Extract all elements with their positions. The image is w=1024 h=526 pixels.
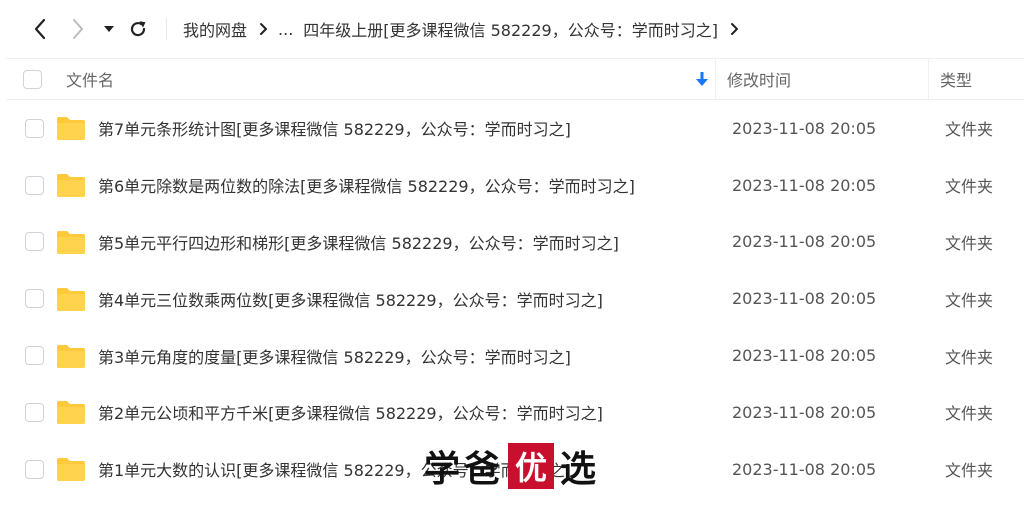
breadcrumb-separator-icon <box>259 22 268 36</box>
file-name[interactable]: 第7单元条形统计图[更多课程微信 582229，公众号：学而时习之] <box>98 116 571 140</box>
row-name-cell[interactable]: 第2单元公顷和平方千米[更多课程微信 582229，公众号：学而时习之] <box>54 399 727 425</box>
history-dropdown-button[interactable] <box>100 15 118 43</box>
refresh-icon <box>130 21 146 37</box>
file-type: 文件夹 <box>945 120 994 140</box>
back-button[interactable] <box>26 15 54 43</box>
row-check-cell <box>6 459 54 479</box>
modified-date: 2023-11-08 20:05 <box>732 346 877 366</box>
caret-down-icon <box>104 26 114 32</box>
file-name[interactable]: 第4单元三位数乘两位数[更多课程微信 582229，公众号：学而时习之] <box>98 287 603 311</box>
row-name-cell[interactable]: 第3单元角度的度量[更多课程微信 582229，公众号：学而时习之] <box>54 343 727 369</box>
row-checkbox[interactable] <box>24 346 44 366</box>
modified-date: 2023-11-08 20:05 <box>732 232 877 252</box>
modified-date: 2023-11-08 20:05 <box>732 402 877 422</box>
column-header-name[interactable]: 文件名 <box>54 59 715 99</box>
column-header-type-label: 类型 <box>940 71 973 90</box>
breadcrumb-root[interactable]: 我的网盘 <box>183 17 247 41</box>
table-row[interactable]: 第4单元三位数乘两位数[更多课程微信 582229，公众号：学而时习之] 202… <box>6 270 1024 327</box>
file-name[interactable]: 第2单元公顷和平方千米[更多课程微信 582229，公众号：学而时习之] <box>98 400 603 424</box>
modified-date: 2023-11-08 20:05 <box>732 289 877 309</box>
table-row[interactable]: 第5单元平行四边形和梯形[更多课程微信 582229，公众号：学而时习之] 20… <box>6 214 1024 271</box>
column-header-date[interactable]: 修改时间 <box>716 59 928 99</box>
file-type: 文件夹 <box>945 233 994 253</box>
row-name-cell[interactable]: 第5单元平行四边形和梯形[更多课程微信 582229，公众号：学而时习之] <box>54 229 727 255</box>
table-row[interactable]: 第6单元除数是两位数的除法[更多课程微信 582229，公众号：学而时习之] 2… <box>6 157 1024 214</box>
folder-icon <box>57 344 85 368</box>
table-row[interactable]: 第2单元公顷和平方千米[更多课程微信 582229，公众号：学而时习之] 202… <box>6 384 1024 441</box>
row-check-cell <box>6 232 54 252</box>
file-list: 第7单元条形统计图[更多课程微信 582229，公众号：学而时习之] 2023-… <box>6 100 1024 498</box>
file-browser: 我的网盘 ... 四年级上册[更多课程微信 582229，公众号：学而时习之] … <box>0 0 1024 526</box>
refresh-button[interactable] <box>124 15 152 43</box>
navigation-bar: 我的网盘 ... 四年级上册[更多课程微信 582229，公众号：学而时习之] <box>0 0 1024 58</box>
row-name-cell[interactable]: 第7单元条形统计图[更多课程微信 582229，公众号：学而时习之] <box>54 115 727 141</box>
select-all-checkbox[interactable] <box>22 69 42 89</box>
row-checkbox[interactable] <box>24 232 44 252</box>
row-check-cell <box>6 346 54 366</box>
file-name[interactable]: 第6单元除数是两位数的除法[更多课程微信 582229，公众号：学而时习之] <box>98 173 635 197</box>
chevron-left-icon <box>34 18 46 40</box>
modified-date: 2023-11-08 20:05 <box>732 175 877 195</box>
watermark-char: 爸 <box>464 448 501 490</box>
watermark-char: 选 <box>560 448 597 490</box>
breadcrumb: 我的网盘 ... 四年级上册[更多课程微信 582229，公众号：学而时习之] <box>183 17 749 41</box>
file-name[interactable]: 第3单元角度的度量[更多课程微信 582229，公众号：学而时习之] <box>98 344 571 368</box>
folder-icon <box>57 230 85 254</box>
table-row[interactable]: 第3单元角度的度量[更多课程微信 582229，公众号：学而时习之] 2023-… <box>6 327 1024 384</box>
file-type: 文件夹 <box>945 461 994 481</box>
sort-arrow-down-icon[interactable] <box>695 71 709 87</box>
row-checkbox[interactable] <box>24 175 44 195</box>
chevron-right-icon <box>73 19 83 39</box>
breadcrumb-more-icon[interactable] <box>730 22 739 36</box>
table-row[interactable]: 第7单元条形统计图[更多课程微信 582229，公众号：学而时习之] 2023-… <box>6 100 1024 157</box>
row-checkbox[interactable] <box>24 289 44 309</box>
row-checkbox[interactable] <box>24 459 44 479</box>
watermark-char: 学 <box>424 448 461 490</box>
nav-divider <box>166 18 167 40</box>
folder-icon <box>57 287 85 311</box>
row-check-cell <box>6 175 54 195</box>
watermark-badge: 优 <box>508 443 555 489</box>
folder-icon <box>57 117 85 141</box>
watermark-logo: 学 爸 优 选 <box>424 442 600 490</box>
file-type: 文件夹 <box>945 177 994 197</box>
breadcrumb-ellipsis[interactable]: ... <box>278 20 293 39</box>
table-header: 文件名 修改时间 类型 <box>6 58 1024 100</box>
row-name-cell[interactable]: 第1单元大数的认识[更多课程微信 582229，公众号：学而时习之] <box>54 456 727 482</box>
breadcrumb-current: 四年级上册[更多课程微信 582229，公众号：学而时习之] <box>303 21 718 40</box>
folder-icon <box>57 174 85 198</box>
row-check-cell <box>6 289 54 309</box>
file-type: 文件夹 <box>945 290 994 310</box>
column-header-type[interactable]: 类型 <box>929 59 972 99</box>
column-header-name-label: 文件名 <box>66 71 115 90</box>
row-name-cell[interactable]: 第4单元三位数乘两位数[更多课程微信 582229，公众号：学而时习之] <box>54 286 727 312</box>
file-type: 文件夹 <box>945 404 994 424</box>
modified-date: 2023-11-08 20:05 <box>732 459 877 479</box>
file-name[interactable]: 第5单元平行四边形和梯形[更多课程微信 582229，公众号：学而时习之] <box>98 230 619 254</box>
row-checkbox[interactable] <box>24 118 44 138</box>
select-all-cell <box>6 69 54 89</box>
modified-date: 2023-11-08 20:05 <box>732 118 877 138</box>
row-name-cell[interactable]: 第6单元除数是两位数的除法[更多课程微信 582229，公众号：学而时习之] <box>54 172 727 198</box>
folder-icon <box>57 401 85 425</box>
row-checkbox[interactable] <box>24 402 44 422</box>
file-type: 文件夹 <box>945 347 994 367</box>
column-header-date-label: 修改时间 <box>727 71 792 90</box>
folder-icon <box>57 458 85 482</box>
row-check-cell <box>6 118 54 138</box>
row-check-cell <box>6 402 54 422</box>
forward-button[interactable] <box>64 15 92 43</box>
